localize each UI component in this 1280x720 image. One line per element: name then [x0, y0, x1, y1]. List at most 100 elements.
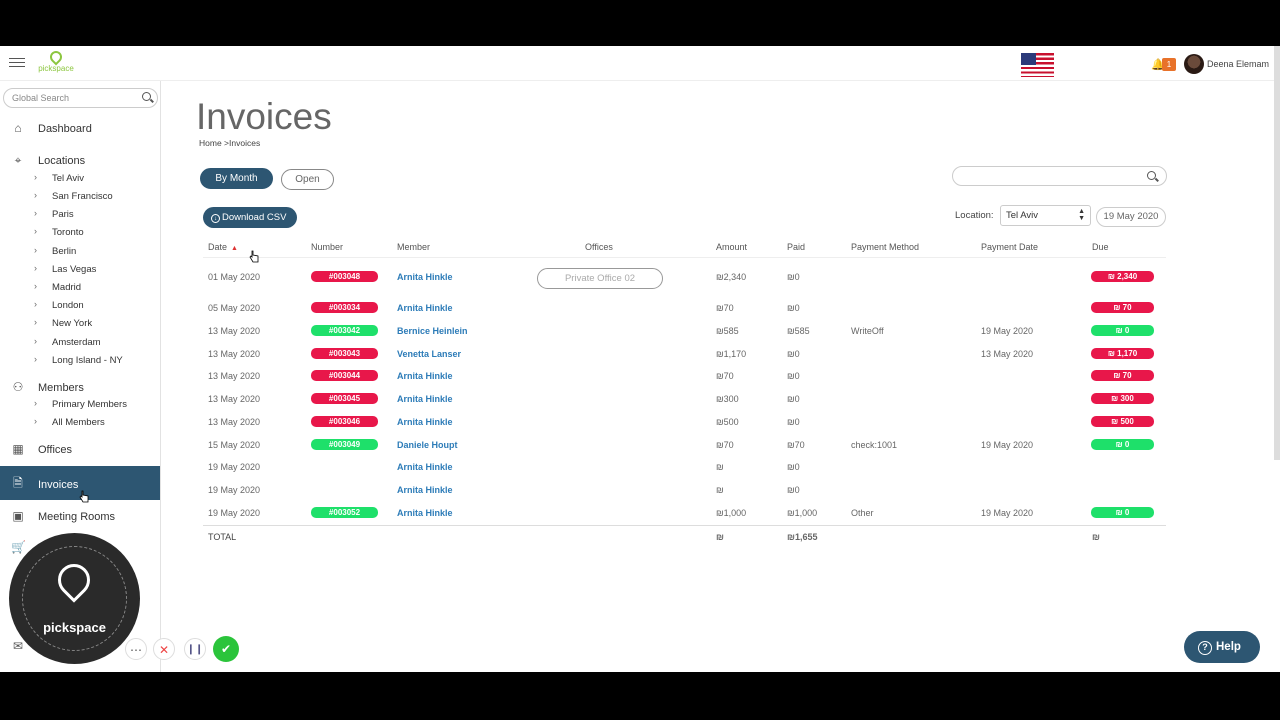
- table-cell-amount: ₪70: [716, 440, 734, 450]
- table-cell-member[interactable]: Daniele Houpt: [397, 440, 458, 450]
- tab-by-month[interactable]: By Month: [200, 168, 273, 189]
- column-header-paid[interactable]: Paid: [787, 242, 805, 252]
- invoice-number-badge[interactable]: #003049: [311, 439, 378, 450]
- total-paid: ₪1,655: [787, 532, 818, 542]
- sidebar-members-all[interactable]: › All Members: [0, 414, 160, 432]
- sidebar-location-tel-aviv[interactable]: › Tel Aviv: [0, 170, 160, 188]
- invoice-number-badge[interactable]: #003043: [311, 348, 378, 359]
- table-cell-date: 13 May 2020: [208, 349, 261, 359]
- pause-icon[interactable]: ❙❙: [184, 638, 206, 660]
- due-badge: ₪ 0: [1091, 325, 1154, 336]
- global-search-input[interactable]: Global Search: [3, 88, 158, 108]
- calendar-icon: ▣: [12, 509, 24, 523]
- tab-open[interactable]: Open: [281, 169, 334, 190]
- download-csv-button[interactable]: ↓ Download CSV: [203, 207, 297, 228]
- column-header-date[interactable]: Date ▲: [208, 242, 238, 252]
- column-header-number[interactable]: Number: [311, 242, 343, 252]
- table-cell-member[interactable]: Arnita Hinkle: [397, 462, 453, 472]
- search-icon[interactable]: [142, 92, 151, 101]
- page-title: Invoices: [196, 96, 332, 137]
- table-cell-member[interactable]: Arnita Hinkle: [397, 417, 453, 427]
- search-icon[interactable]: [1147, 171, 1156, 180]
- column-header-payment-method[interactable]: Payment Method: [851, 242, 919, 252]
- user-name[interactable]: Deena Elemam: [1207, 59, 1269, 69]
- invoice-number-badge[interactable]: #003045: [311, 393, 378, 404]
- map-pin-icon: ⌖: [14, 153, 22, 167]
- date-picker[interactable]: 19 May 2020: [1096, 207, 1166, 227]
- breadcrumb-home[interactable]: Home: [199, 138, 222, 148]
- table-header-divider: [203, 257, 1166, 258]
- breadcrumb-current: Invoices: [229, 138, 261, 148]
- table-cell-member[interactable]: Arnita Hinkle: [397, 303, 453, 313]
- invoice-number-badge[interactable]: #003042: [311, 325, 378, 336]
- location-select-value: Tel Aviv: [1006, 210, 1039, 221]
- sidebar-location-san-francisco[interactable]: › San Francisco: [0, 188, 160, 206]
- sidebar-location-amsterdam[interactable]: › Amsterdam: [0, 334, 160, 352]
- table-cell-member[interactable]: Arnita Hinkle: [397, 272, 453, 282]
- due-badge: ₪ 70: [1091, 370, 1154, 381]
- table-cell-member[interactable]: Arnita Hinkle: [397, 508, 453, 518]
- brand-logo[interactable]: pickspace: [36, 48, 76, 77]
- sidebar-location-long-island[interactable]: › Long Island - NY: [0, 352, 160, 370]
- total-due: ₪: [1092, 532, 1100, 542]
- table-cell-member[interactable]: Bernice Heinlein: [397, 326, 468, 336]
- scrollbar[interactable]: [1274, 46, 1280, 460]
- table-cell-date: 19 May 2020: [208, 508, 261, 518]
- sidebar-item-label: Offices: [38, 444, 73, 456]
- more-options-icon[interactable]: ⋯: [125, 638, 147, 660]
- due-badge: ₪ 0: [1091, 439, 1154, 450]
- table-cell-amount: ₪70: [716, 371, 734, 381]
- user-avatar[interactable]: [1184, 54, 1204, 74]
- close-icon[interactable]: ✕: [153, 638, 175, 660]
- table-cell-paid: ₪0: [787, 303, 800, 313]
- table-cell-amount: ₪: [716, 485, 724, 495]
- invoice-number-badge[interactable]: #003048: [311, 271, 378, 282]
- sidebar-item-locations[interactable]: ⌖ Locations: [0, 150, 160, 172]
- total-label: TOTAL: [208, 532, 237, 542]
- table-cell-member[interactable]: Arnita Hinkle: [397, 394, 453, 404]
- invoice-number-badge[interactable]: #003046: [311, 416, 378, 427]
- check-icon[interactable]: ✔: [213, 636, 239, 662]
- office-tag[interactable]: Private Office 02: [537, 268, 663, 289]
- table-cell-paid: ₪0: [787, 485, 800, 495]
- column-header-offices[interactable]: Offices: [585, 242, 613, 252]
- invoice-icon: 🗎: [13, 476, 23, 490]
- invoice-number-badge[interactable]: #003034: [311, 302, 378, 313]
- home-icon: ⌂: [14, 121, 22, 135]
- notification-count-badge[interactable]: 1: [1162, 58, 1176, 71]
- sidebar-item-label: Meeting Rooms: [38, 511, 116, 523]
- table-cell-member[interactable]: Venetta Lanser: [397, 349, 461, 359]
- sidebar-item-label: Members: [38, 382, 84, 394]
- table-cell-pay-date: 19 May 2020: [981, 440, 1034, 450]
- hamburger-menu-icon[interactable]: [9, 58, 25, 68]
- invoice-search-input[interactable]: [952, 166, 1167, 186]
- sidebar-location-las-vegas[interactable]: › Las Vegas: [0, 261, 160, 279]
- table-cell-member[interactable]: Arnita Hinkle: [397, 485, 453, 495]
- breadcrumb: Home >Invoices: [199, 138, 260, 148]
- column-header-amount[interactable]: Amount: [716, 242, 747, 252]
- sidebar-item-offices[interactable]: ▦ Offices: [0, 439, 160, 461]
- sidebar-location-paris[interactable]: › Paris: [0, 206, 160, 224]
- column-header-member[interactable]: Member: [397, 242, 430, 252]
- location-select[interactable]: Tel Aviv ▲ ▼: [1000, 205, 1091, 226]
- sidebar-members-primary[interactable]: › Primary Members: [0, 396, 160, 414]
- invoice-number-badge[interactable]: #003052: [311, 507, 378, 518]
- sidebar-location-madrid[interactable]: › Madrid: [0, 279, 160, 297]
- column-header-due[interactable]: Due: [1092, 242, 1109, 252]
- column-header-payment-date[interactable]: Payment Date: [981, 242, 1038, 252]
- hand-cursor-icon: [249, 250, 259, 263]
- table-cell-date: 19 May 2020: [208, 485, 261, 495]
- sidebar-item-meeting-rooms[interactable]: ▣ Meeting Rooms: [0, 506, 160, 528]
- users-icon: ⚇: [12, 380, 24, 394]
- question-icon: ?: [1198, 641, 1212, 655]
- invoice-number-badge[interactable]: #003044: [311, 370, 378, 381]
- sidebar-item-dashboard[interactable]: ⌂ Dashboard: [0, 118, 160, 140]
- sidebar-location-berlin[interactable]: › Berlin: [0, 243, 160, 261]
- sidebar-location-london[interactable]: › London: [0, 297, 160, 315]
- sidebar-location-toronto[interactable]: › Toronto: [0, 224, 160, 242]
- table-cell-member[interactable]: Arnita Hinkle: [397, 371, 453, 381]
- table-cell-paid: ₪70: [787, 440, 805, 450]
- help-button[interactable]: ? Help: [1184, 631, 1260, 663]
- sidebar-location-new-york[interactable]: › New York: [0, 315, 160, 333]
- us-flag-icon[interactable]: [1021, 53, 1054, 77]
